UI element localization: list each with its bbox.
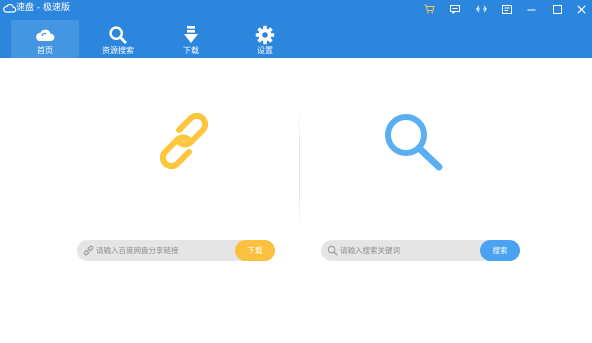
tab-settings-label: 设置 xyxy=(257,46,273,55)
search-button[interactable]: 搜索 xyxy=(480,240,520,261)
tab-resource-search[interactable]: 资源搜索 xyxy=(84,20,152,58)
minimize-icon[interactable] xyxy=(520,0,542,18)
title-bar[interactable]: 速盘 - 极速版 xyxy=(0,0,592,18)
cart-icon[interactable] xyxy=(418,0,440,18)
app-title: 速盘 - 极速版 xyxy=(16,3,70,13)
maximize-icon[interactable] xyxy=(546,0,568,18)
search-icon xyxy=(108,25,128,45)
app-window: 速盘 - 极速版 首页 资源搜索 下载 设置 请输入百度网盘分享链接 下载 请输… xyxy=(0,0,592,343)
tab-settings[interactable]: 设置 xyxy=(231,20,299,58)
tab-home-label: 首页 xyxy=(37,46,53,55)
magnifier-icon xyxy=(385,114,443,171)
gear-icon xyxy=(255,25,275,45)
download-arrow-icon xyxy=(181,25,201,45)
tab-resource-search-label: 资源搜索 xyxy=(102,46,134,55)
close-icon[interactable] xyxy=(570,0,592,18)
keyword-search-input[interactable] xyxy=(340,242,476,259)
cloud-icon xyxy=(35,25,55,45)
tab-download[interactable]: 下载 xyxy=(157,20,225,58)
search-small-icon xyxy=(327,245,338,256)
list-icon[interactable] xyxy=(496,0,518,18)
message-icon[interactable] xyxy=(444,0,466,18)
tab-home[interactable]: 首页 xyxy=(11,20,79,58)
share-link-input-box: 下载 xyxy=(77,240,275,261)
panel-divider xyxy=(299,110,300,230)
share-link-input[interactable] xyxy=(96,242,232,259)
keyword-search-box: 搜索 xyxy=(321,240,520,261)
app-logo-icon xyxy=(3,3,16,13)
chain-link-icon xyxy=(159,112,209,170)
download-button[interactable]: 下载 xyxy=(235,240,275,261)
link-small-icon xyxy=(83,245,94,256)
tab-download-label: 下载 xyxy=(183,46,199,55)
header-bar: 速盘 - 极速版 首页 资源搜索 下载 设置 xyxy=(0,0,592,58)
share-icon[interactable] xyxy=(470,0,492,18)
